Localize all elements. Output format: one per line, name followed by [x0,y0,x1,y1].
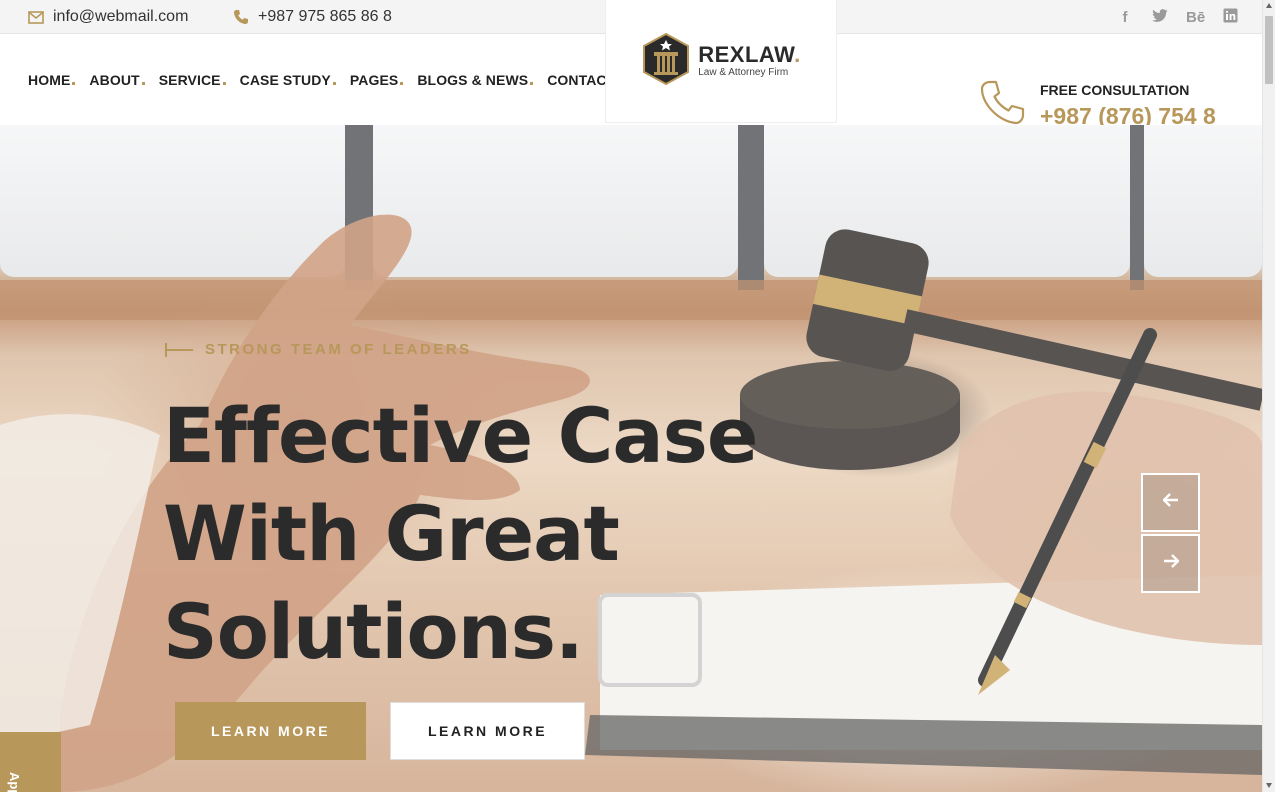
nav-dot [530,82,534,85]
nav-about[interactable]: ABOUT [89,72,145,88]
hero-headline: Effective Case With Great Solutions. [163,387,803,681]
hero-tagline: STRONG TEAM OF LEADERS [165,341,472,358]
learn-more-secondary-button[interactable]: LEARN MORE [390,702,585,760]
nav-pages-label: PAGES [349,72,399,88]
nav-home[interactable]: HOME [28,72,76,88]
nav-blogs-news-label: BLOGS & NEWS [417,72,529,88]
nav-case-study-label: CASE STUDY [239,72,331,88]
apply-side-tab[interactable]: Apply [0,732,61,792]
arrow-right-icon [1163,554,1180,573]
logo-text: REXLAW. Law & Attorney Firm [698,43,801,79]
hero-tagline-text: STRONG TEAM OF LEADERS [205,341,472,358]
nav-blogs-news[interactable]: BLOGS & NEWS [417,72,534,88]
nav-pages[interactable]: PAGES [349,72,404,88]
top-email-text: info@webmail.com [53,8,189,25]
learn-more-primary-button[interactable]: LEARN MORE [175,702,366,760]
nav-home-label: HOME [28,72,71,88]
nav-about-label: ABOUT [89,72,140,88]
nav-dot [141,82,145,85]
facebook-icon[interactable]: f [1116,9,1134,26]
nav-case-study[interactable]: CASE STUDY [240,72,336,88]
logo-dot: . [794,42,801,67]
nav-dot [400,82,404,85]
logo-inner: REXLAW. Law & Attorney Firm [641,32,801,91]
social-links: f Bē [1099,0,1239,34]
slider-prev-button[interactable] [1141,473,1200,532]
slider-next-button[interactable] [1141,534,1200,593]
headline-line: Effective Case [163,391,758,480]
pillar-shield-icon [641,32,691,91]
behance-icon[interactable]: Bē [1186,9,1205,26]
top-phone[interactable]: +987 975 865 86 8 [233,0,392,34]
hero-slider: STRONG TEAM OF LEADERS Effective Case Wi… [0,125,1262,792]
scroll-up-icon[interactable] [1266,3,1272,8]
logo-name: REXLAW. [698,43,801,67]
nav-dot [222,82,226,85]
envelope-icon [28,9,44,25]
top-phone-text: +987 975 865 86 8 [258,8,392,25]
page-scrollbar[interactable] [1262,0,1275,792]
tagline-line-icon [165,342,195,357]
consultation-text: FREE CONSULTATION +987 (876) 754 8 [1040,81,1216,131]
nav-service[interactable]: SERVICE [159,72,226,88]
main-nav: HOME ABOUT SERVICE CASE STUDY PAGES BLOG… [28,35,634,125]
twitter-icon[interactable] [1151,8,1169,26]
apply-side-tab-label: Apply [7,772,22,792]
top-email[interactable]: info@webmail.com [28,0,188,34]
headline-line: Solutions. [163,587,584,676]
scroll-down-icon[interactable] [1266,783,1272,788]
linkedin-icon[interactable] [1221,8,1239,27]
phone-icon [233,9,249,25]
scroll-thumb[interactable] [1265,16,1273,84]
nav-dot [72,82,76,85]
nav-dot [332,82,336,85]
headline-line: With Great [163,489,620,578]
logo-name-text: REXLAW [698,42,795,67]
nav-service-label: SERVICE [158,72,221,88]
logo-tagline: Law & Attorney Firm [698,67,789,78]
consultation-label: FREE CONSULTATION [1040,81,1190,98]
logo[interactable]: REXLAW. Law & Attorney Firm [606,0,836,122]
arrow-left-icon [1161,493,1179,512]
